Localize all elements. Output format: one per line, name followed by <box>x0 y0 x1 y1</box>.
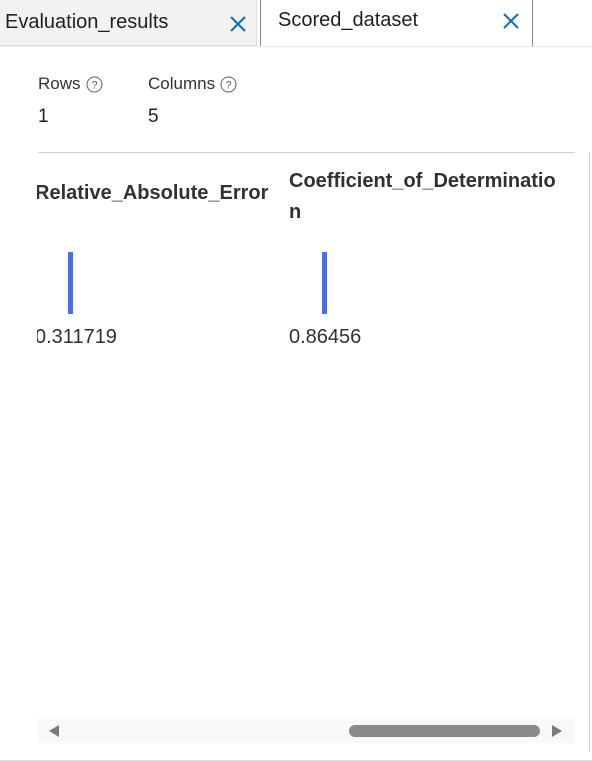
cell-value: 0.311719 <box>37 326 117 348</box>
dataset-viewer: Evaluation_results Scored_dataset Rows ?… <box>0 0 592 761</box>
svg-text:?: ? <box>226 79 232 91</box>
data-grid: Relative_Absolute_Error 0.311719 Coeffic… <box>37 153 574 713</box>
scrollbar-thumb[interactable] <box>349 725 540 737</box>
tab-evaluation-results[interactable]: Evaluation_results <box>0 0 257 46</box>
columns-label: Columns <box>148 74 216 93</box>
tab-label: Scored_dataset <box>278 9 419 31</box>
columns-stat: Columns ? 5 <box>148 72 258 128</box>
histogram-bar <box>322 252 327 314</box>
histogram-bar <box>68 252 73 314</box>
scroll-left-arrow-icon[interactable] <box>49 725 59 737</box>
column-header[interactable]: Coefficient_of_Determination <box>289 166 559 228</box>
columns-value: 5 <box>148 106 159 127</box>
close-icon[interactable] <box>229 15 247 33</box>
help-circle-icon[interactable]: ? <box>220 76 237 93</box>
svg-text:?: ? <box>91 79 97 91</box>
rows-value: 1 <box>38 106 49 127</box>
close-icon[interactable] <box>502 12 520 30</box>
grid-divider <box>589 152 590 752</box>
rows-label: Rows <box>38 74 81 93</box>
tab-label: Evaluation_results <box>5 11 169 33</box>
column-header[interactable]: Relative_Absolute_Error <box>37 178 305 209</box>
tab-scored-dataset[interactable]: Scored_dataset <box>260 0 533 46</box>
horizontal-scrollbar[interactable] <box>38 719 574 743</box>
column-relative-absolute-error: Relative_Absolute_Error 0.311719 <box>37 153 295 453</box>
help-circle-icon[interactable]: ? <box>86 76 103 93</box>
tab-bar: Evaluation_results Scored_dataset <box>0 0 592 47</box>
column-coefficient-of-determination: Coefficient_of_Determination 0.86456 <box>289 153 556 453</box>
scroll-right-arrow-icon[interactable] <box>552 725 562 737</box>
rows-stat: Rows ? 1 <box>38 72 148 128</box>
cell-value: 0.86456 <box>289 326 362 348</box>
